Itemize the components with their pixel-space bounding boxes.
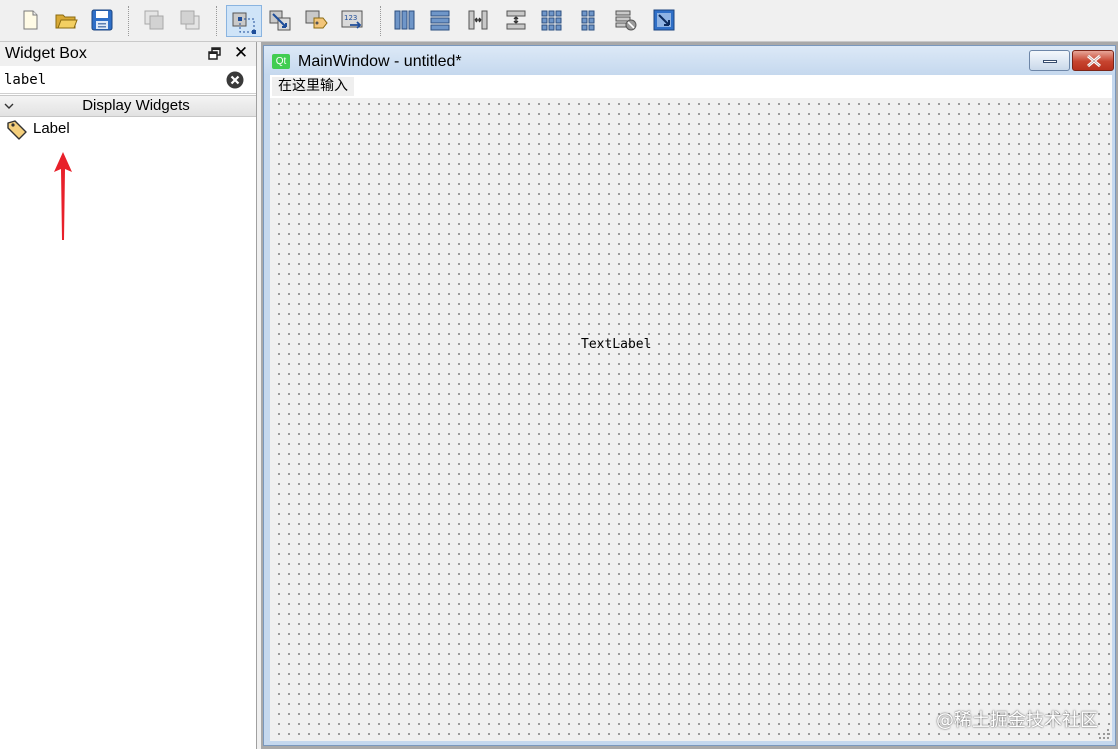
edit-widgets-icon[interactable] bbox=[226, 5, 262, 37]
layout-form-icon[interactable] bbox=[574, 6, 602, 34]
widget-box-title: Widget Box bbox=[5, 45, 87, 62]
clear-icon[interactable] bbox=[226, 71, 244, 89]
main-toolbar: 123 bbox=[0, 0, 1118, 42]
send-to-back-icon[interactable] bbox=[176, 6, 204, 34]
layout-vertical-splitter-icon[interactable] bbox=[502, 6, 530, 34]
category-label: Display Widgets bbox=[82, 97, 190, 114]
layout-horizontal-splitter-icon[interactable] bbox=[464, 6, 492, 34]
toolbar-separator bbox=[380, 6, 381, 36]
toolbar-separator bbox=[216, 6, 217, 36]
toolbar-separator bbox=[128, 6, 129, 36]
minimize-button[interactable] bbox=[1029, 50, 1070, 71]
form-titlebar[interactable]: Qt MainWindow - untitled* bbox=[264, 46, 1115, 75]
widget-box-panel: Widget Box ✕ Display Widgets Label bbox=[0, 42, 257, 749]
menu-type-here[interactable]: 在这里输入 bbox=[272, 77, 354, 96]
break-layout-icon[interactable] bbox=[612, 6, 640, 34]
qt-logo-icon: Qt bbox=[272, 54, 290, 69]
bring-to-front-icon[interactable] bbox=[140, 6, 168, 34]
edit-buddies-icon[interactable] bbox=[302, 6, 330, 34]
text-label-widget[interactable]: TextLabel bbox=[581, 337, 651, 352]
new-form-icon[interactable] bbox=[16, 6, 44, 34]
widget-filter bbox=[0, 67, 256, 94]
close-button[interactable] bbox=[1072, 50, 1114, 71]
edit-tab-order-icon[interactable]: 123 bbox=[338, 6, 366, 34]
layout-horizontally-icon[interactable] bbox=[390, 6, 418, 34]
widget-item-label[interactable]: Label bbox=[3, 119, 253, 141]
form-canvas[interactable]: 在这里输入 TextLabel bbox=[270, 75, 1112, 741]
adjust-size-icon[interactable] bbox=[650, 6, 678, 34]
form-title: MainWindow - untitled* bbox=[298, 53, 462, 70]
mdi-area: Qt MainWindow - untitled* 在这里输入 TextLabe… bbox=[261, 42, 1118, 749]
edit-signals-slots-icon[interactable] bbox=[266, 6, 294, 34]
layout-vertically-icon[interactable] bbox=[426, 6, 454, 34]
size-grip-icon[interactable] bbox=[1098, 727, 1110, 739]
float-icon[interactable] bbox=[208, 47, 222, 61]
svg-text:123: 123 bbox=[344, 14, 357, 22]
widget-filter-input[interactable] bbox=[4, 70, 219, 90]
menu-bar: 在这里输入 bbox=[270, 75, 1112, 98]
label-tag-icon bbox=[5, 119, 29, 141]
widget-box-titlebar: Widget Box ✕ bbox=[0, 42, 256, 66]
form-window: Qt MainWindow - untitled* 在这里输入 TextLabe… bbox=[263, 45, 1116, 746]
open-form-icon[interactable] bbox=[52, 6, 80, 34]
close-icon[interactable]: ✕ bbox=[232, 44, 250, 62]
close-icon bbox=[1087, 54, 1101, 68]
watermark: @稀土掘金技术社区 bbox=[936, 710, 1098, 731]
red-arrow-annotation bbox=[52, 150, 74, 242]
category-display-widgets[interactable]: Display Widgets bbox=[0, 95, 256, 117]
save-form-icon[interactable] bbox=[88, 6, 116, 34]
minimize-icon bbox=[1043, 60, 1057, 63]
layout-grid-icon[interactable] bbox=[538, 6, 566, 34]
widget-item-text: Label bbox=[33, 120, 70, 137]
